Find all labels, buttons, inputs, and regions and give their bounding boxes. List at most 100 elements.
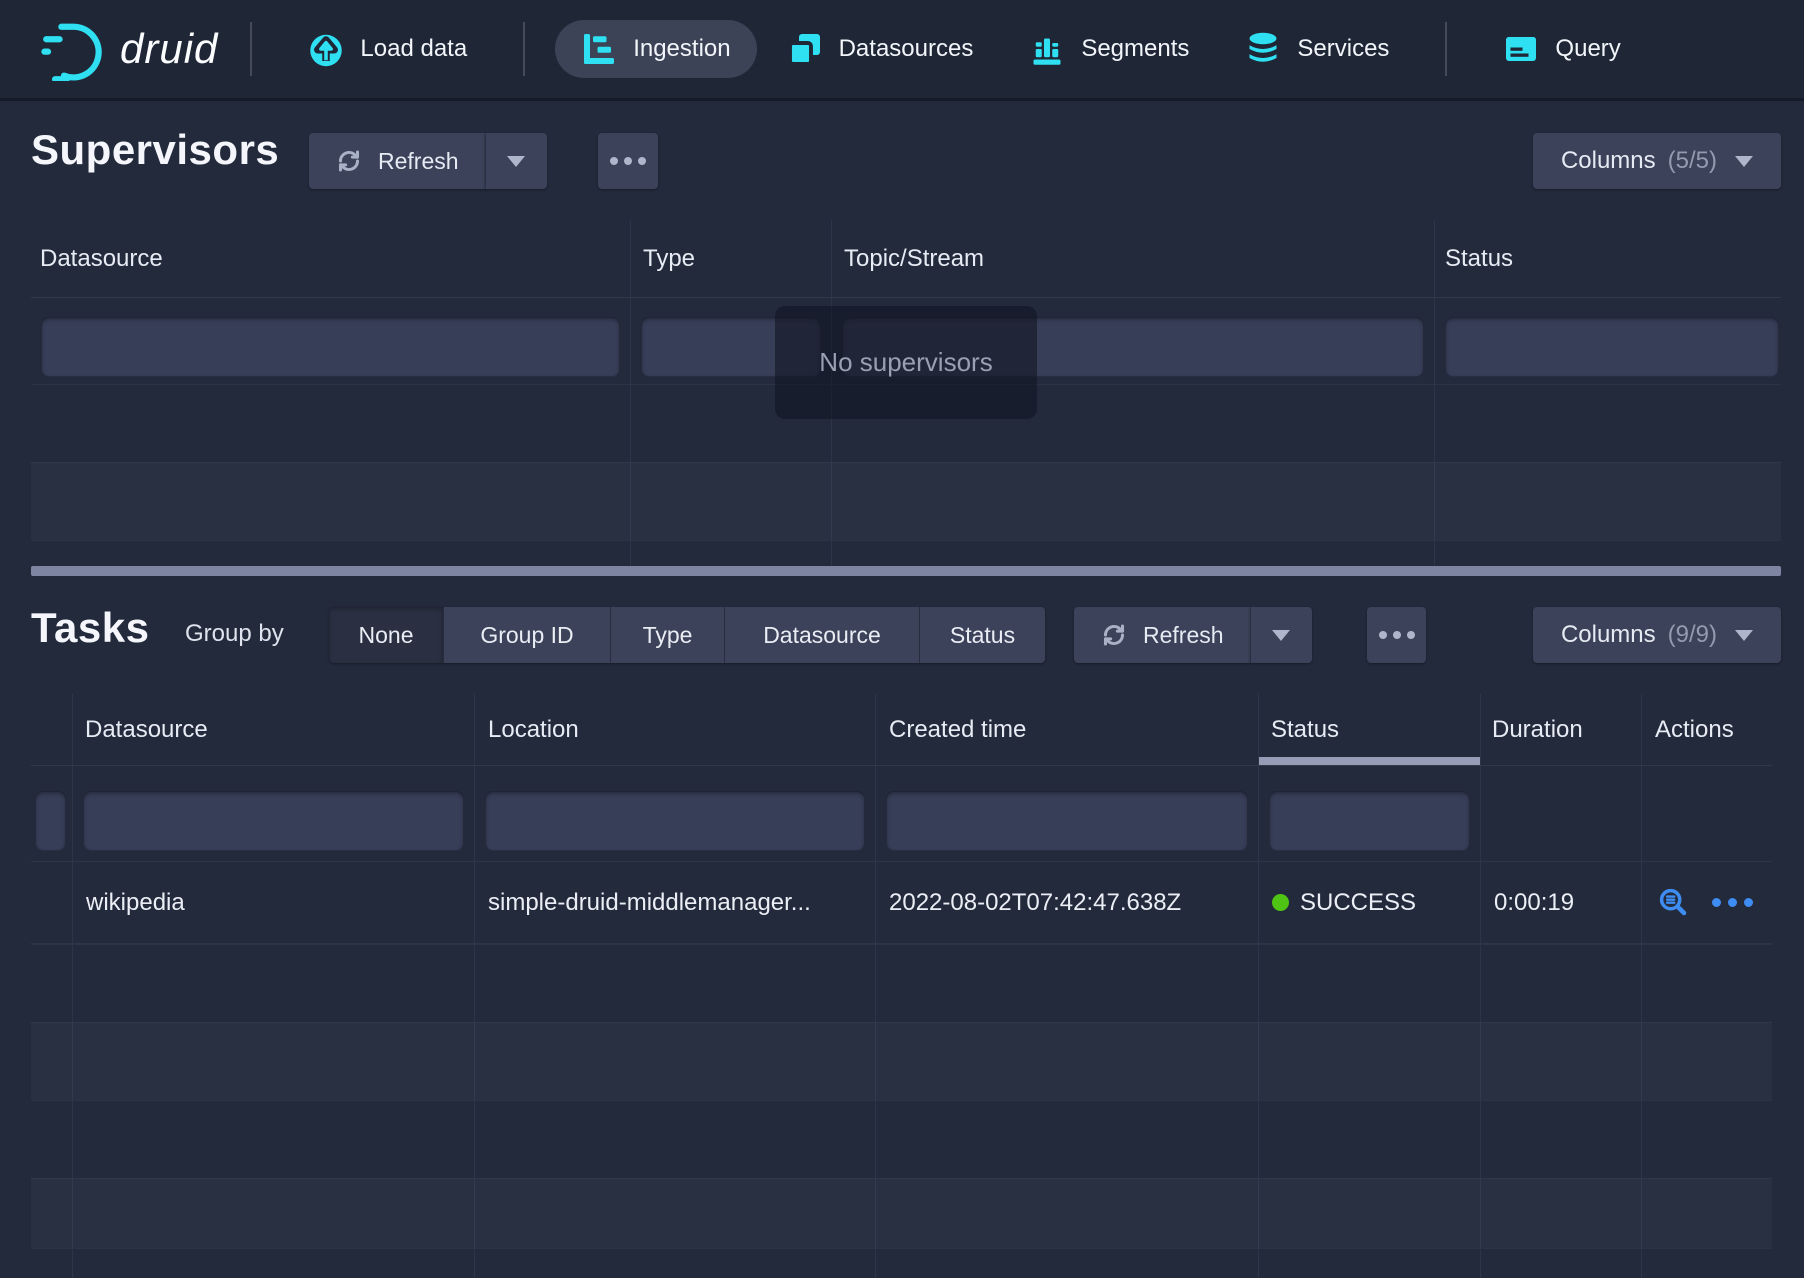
- more-icon: [610, 157, 646, 165]
- supervisors-columns-button[interactable]: Columns (5/5): [1533, 133, 1781, 189]
- column-header-location[interactable]: Location: [474, 694, 875, 765]
- status-filter-input[interactable]: [1269, 791, 1470, 851]
- nav-item-label: Datasources: [839, 35, 974, 63]
- tasks-refresh-dropdown-button[interactable]: [1250, 607, 1312, 663]
- top-navbar: druid Load data: [0, 0, 1804, 101]
- column-header-duration[interactable]: Duration: [1480, 694, 1641, 765]
- column-header-datasource[interactable]: Datasource: [72, 694, 474, 765]
- group-by-status-button[interactable]: Status: [919, 607, 1045, 663]
- tasks-filter-row: [31, 766, 1772, 861]
- nav-item-load-data[interactable]: Load data: [282, 20, 493, 78]
- navbar-divider: [250, 22, 252, 76]
- columns-count: (5/5): [1668, 147, 1717, 175]
- refresh-label: Refresh: [378, 148, 459, 175]
- tasks-refresh-split-button: Refresh: [1074, 607, 1312, 663]
- navbar-divider: [1445, 22, 1447, 76]
- column-header-datasource[interactable]: Datasource: [31, 220, 630, 297]
- tasks-title: Tasks: [31, 604, 149, 652]
- no-supervisors-message: No supervisors: [775, 306, 1037, 419]
- bar-chart-icon: [1029, 31, 1065, 67]
- location-filter-input[interactable]: [485, 791, 865, 851]
- console-icon: [1503, 31, 1539, 67]
- supervisors-refresh-button[interactable]: Refresh: [309, 133, 485, 189]
- success-status-dot: [1272, 894, 1289, 911]
- druid-logo[interactable]: druid: [40, 17, 222, 81]
- druid-console: druid Load data: [0, 0, 1804, 1278]
- empty-row: [31, 944, 1772, 1022]
- group-by-type-button[interactable]: Type: [610, 607, 724, 663]
- supervisors-refresh-dropdown-button[interactable]: [485, 133, 547, 189]
- datasource-filter-input[interactable]: [83, 791, 464, 851]
- blank-filter-input[interactable]: [35, 791, 66, 851]
- horizontal-scrollbar[interactable]: [31, 566, 1781, 576]
- brand-name: druid: [120, 25, 222, 73]
- column-header-status[interactable]: Status: [1258, 694, 1480, 765]
- chevron-down-icon: [1735, 156, 1753, 167]
- empty-row: [31, 1100, 1772, 1178]
- status-text: SUCCESS: [1300, 889, 1416, 917]
- columns-label: Columns: [1561, 621, 1656, 649]
- tasks-more-button[interactable]: [1367, 607, 1426, 663]
- column-header-actions[interactable]: Actions: [1641, 694, 1772, 765]
- group-by-group-id-button[interactable]: Group ID: [443, 607, 610, 663]
- chevron-down-icon: [1272, 630, 1290, 641]
- gantt-chart-icon: [581, 31, 617, 67]
- nav-item-query[interactable]: Query: [1477, 20, 1646, 78]
- status-filter-input[interactable]: [1445, 317, 1779, 377]
- columns-count: (9/9): [1668, 621, 1717, 649]
- database-icon: [1245, 31, 1281, 67]
- empty-row: [31, 1248, 1772, 1278]
- nav-item-label: Query: [1555, 35, 1620, 63]
- tasks-header-row: Datasource Location Created time Status …: [31, 694, 1772, 766]
- nav-item-segments[interactable]: Segments: [1003, 20, 1215, 78]
- columns-label: Columns: [1561, 147, 1656, 175]
- group-by-button-group: None Group ID Type Datasource Status: [329, 607, 1045, 663]
- group-by-datasource-button[interactable]: Datasource: [724, 607, 919, 663]
- task-status: SUCCESS: [1258, 862, 1480, 943]
- column-header-topic-stream[interactable]: Topic/Stream: [831, 220, 1434, 297]
- nav-item-datasources[interactable]: Datasources: [761, 20, 1000, 78]
- supervisors-title: Supervisors: [31, 126, 279, 174]
- tasks-columns-button[interactable]: Columns (9/9): [1533, 607, 1781, 663]
- nav-item-label: Ingestion: [633, 35, 730, 63]
- column-header-status[interactable]: Status: [1434, 220, 1781, 297]
- refresh-label: Refresh: [1143, 622, 1224, 649]
- chevron-down-icon: [507, 156, 525, 167]
- nav-item-label: Services: [1297, 35, 1389, 63]
- sort-indicator: [1259, 757, 1480, 765]
- refresh-icon: [1100, 621, 1128, 649]
- supervisors-table: Datasource Type Topic/Stream Status No s…: [31, 220, 1781, 566]
- druid-logo-icon: [40, 17, 104, 81]
- tasks-table: Datasource Location Created time Status …: [31, 694, 1772, 1278]
- column-header-blank[interactable]: [31, 694, 72, 765]
- group-by-none-button[interactable]: None: [329, 607, 443, 663]
- tasks-refresh-button[interactable]: Refresh: [1074, 607, 1250, 663]
- created-time-filter-input[interactable]: [886, 791, 1248, 851]
- task-row[interactable]: wikipedia simple-druid-middlemanager... …: [31, 861, 1772, 944]
- supervisors-more-button[interactable]: [598, 133, 658, 189]
- task-duration: 0:00:19: [1480, 862, 1641, 943]
- datasource-filter-input[interactable]: [41, 317, 620, 377]
- supervisors-header-row: Datasource Type Topic/Stream Status: [31, 220, 1781, 298]
- task-actions: [1641, 862, 1772, 943]
- group-by-label: Group by: [185, 620, 284, 648]
- empty-row: [31, 462, 1781, 540]
- more-icon: [1379, 631, 1415, 639]
- refresh-icon: [335, 147, 363, 175]
- inspect-task-icon[interactable]: [1658, 887, 1690, 919]
- chevron-down-icon: [1735, 630, 1753, 641]
- column-header-type[interactable]: Type: [630, 220, 831, 297]
- task-more-actions-icon[interactable]: [1712, 898, 1753, 907]
- supervisors-refresh-split-button: Refresh: [309, 133, 547, 189]
- nav-item-services[interactable]: Services: [1219, 20, 1415, 78]
- nav-item-label: Load data: [360, 35, 467, 63]
- upload-icon: [308, 31, 344, 67]
- nav-item-ingestion[interactable]: Ingestion: [555, 20, 756, 78]
- empty-row: [31, 1022, 1772, 1100]
- empty-row: [31, 1178, 1772, 1248]
- stacked-squares-icon: [787, 31, 823, 67]
- task-created-time: 2022-08-02T07:42:47.638Z: [875, 862, 1258, 943]
- nav-item-label: Segments: [1081, 35, 1189, 63]
- column-header-created-time[interactable]: Created time: [875, 694, 1258, 765]
- task-datasource: wikipedia: [72, 862, 474, 943]
